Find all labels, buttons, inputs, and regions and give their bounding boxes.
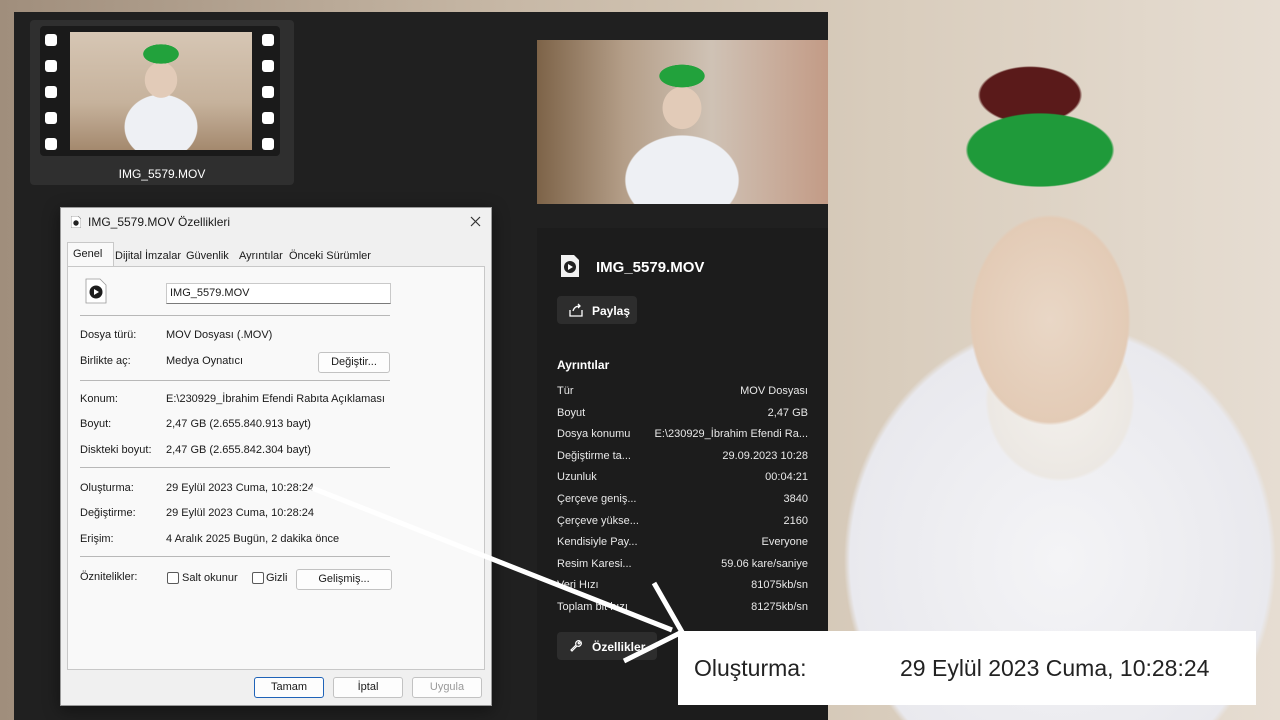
callout-value: 29 Eylül 2023 Cuma, 10:28:24 xyxy=(900,655,1210,681)
callout-label: Oluşturma: xyxy=(694,655,807,681)
annotation-arrow xyxy=(311,485,686,664)
zoom-callout: Oluşturma: 29 Eylül 2023 Cuma, 10:28:24 xyxy=(678,631,1256,705)
